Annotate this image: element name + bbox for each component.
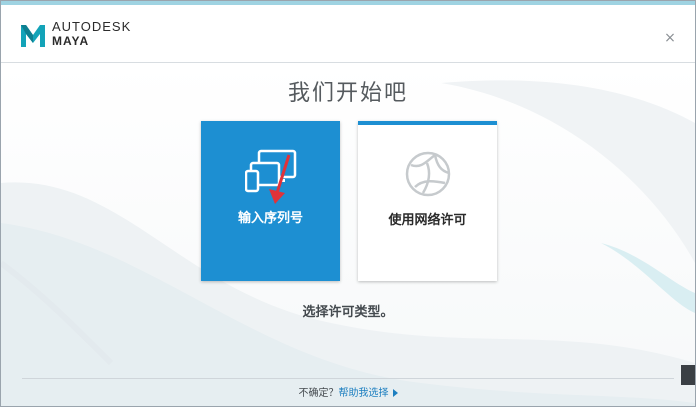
help-me-choose-link[interactable]: 帮助我选择 [339, 388, 389, 399]
card-label-serial: 输入序列号 [237, 211, 303, 226]
maya-logo-icon [21, 25, 45, 47]
license-type-prompt: 选择许可类型。 [302, 305, 394, 320]
enter-serial-number-card[interactable]: 输入序列号 [201, 121, 340, 281]
close-button[interactable]: × [663, 31, 677, 45]
dialog-content: 我们开始吧 输入序列号 使用网络许可 选择许可类型。 不确定？帮助我选择 [1, 63, 695, 406]
use-network-license-card[interactable]: 使用网络许可 [358, 121, 497, 281]
corner-scroll-block [681, 365, 695, 385]
card-label-network: 使用网络许可 [388, 213, 467, 228]
footer-question: 不确定？ [298, 388, 339, 399]
page-title: 我们开始吧 [287, 81, 408, 106]
arrow-annotation-icon [269, 154, 291, 204]
network-globe-icon [405, 151, 451, 197]
brand-name: AUTODESK [52, 19, 132, 34]
license-dialog: AUTODESK MAYA × 我们开始吧 输入序列号 使用网络许可 选择许可类… [0, 0, 696, 407]
footer-divider [22, 378, 674, 379]
background-swoosh [1, 80, 695, 406]
dialog-header: AUTODESK MAYA × [1, 5, 695, 63]
play-arrow-icon[interactable] [392, 389, 398, 397]
product-name: MAYA [52, 34, 90, 48]
footer-help: 不确定？帮助我选择 [1, 384, 695, 399]
